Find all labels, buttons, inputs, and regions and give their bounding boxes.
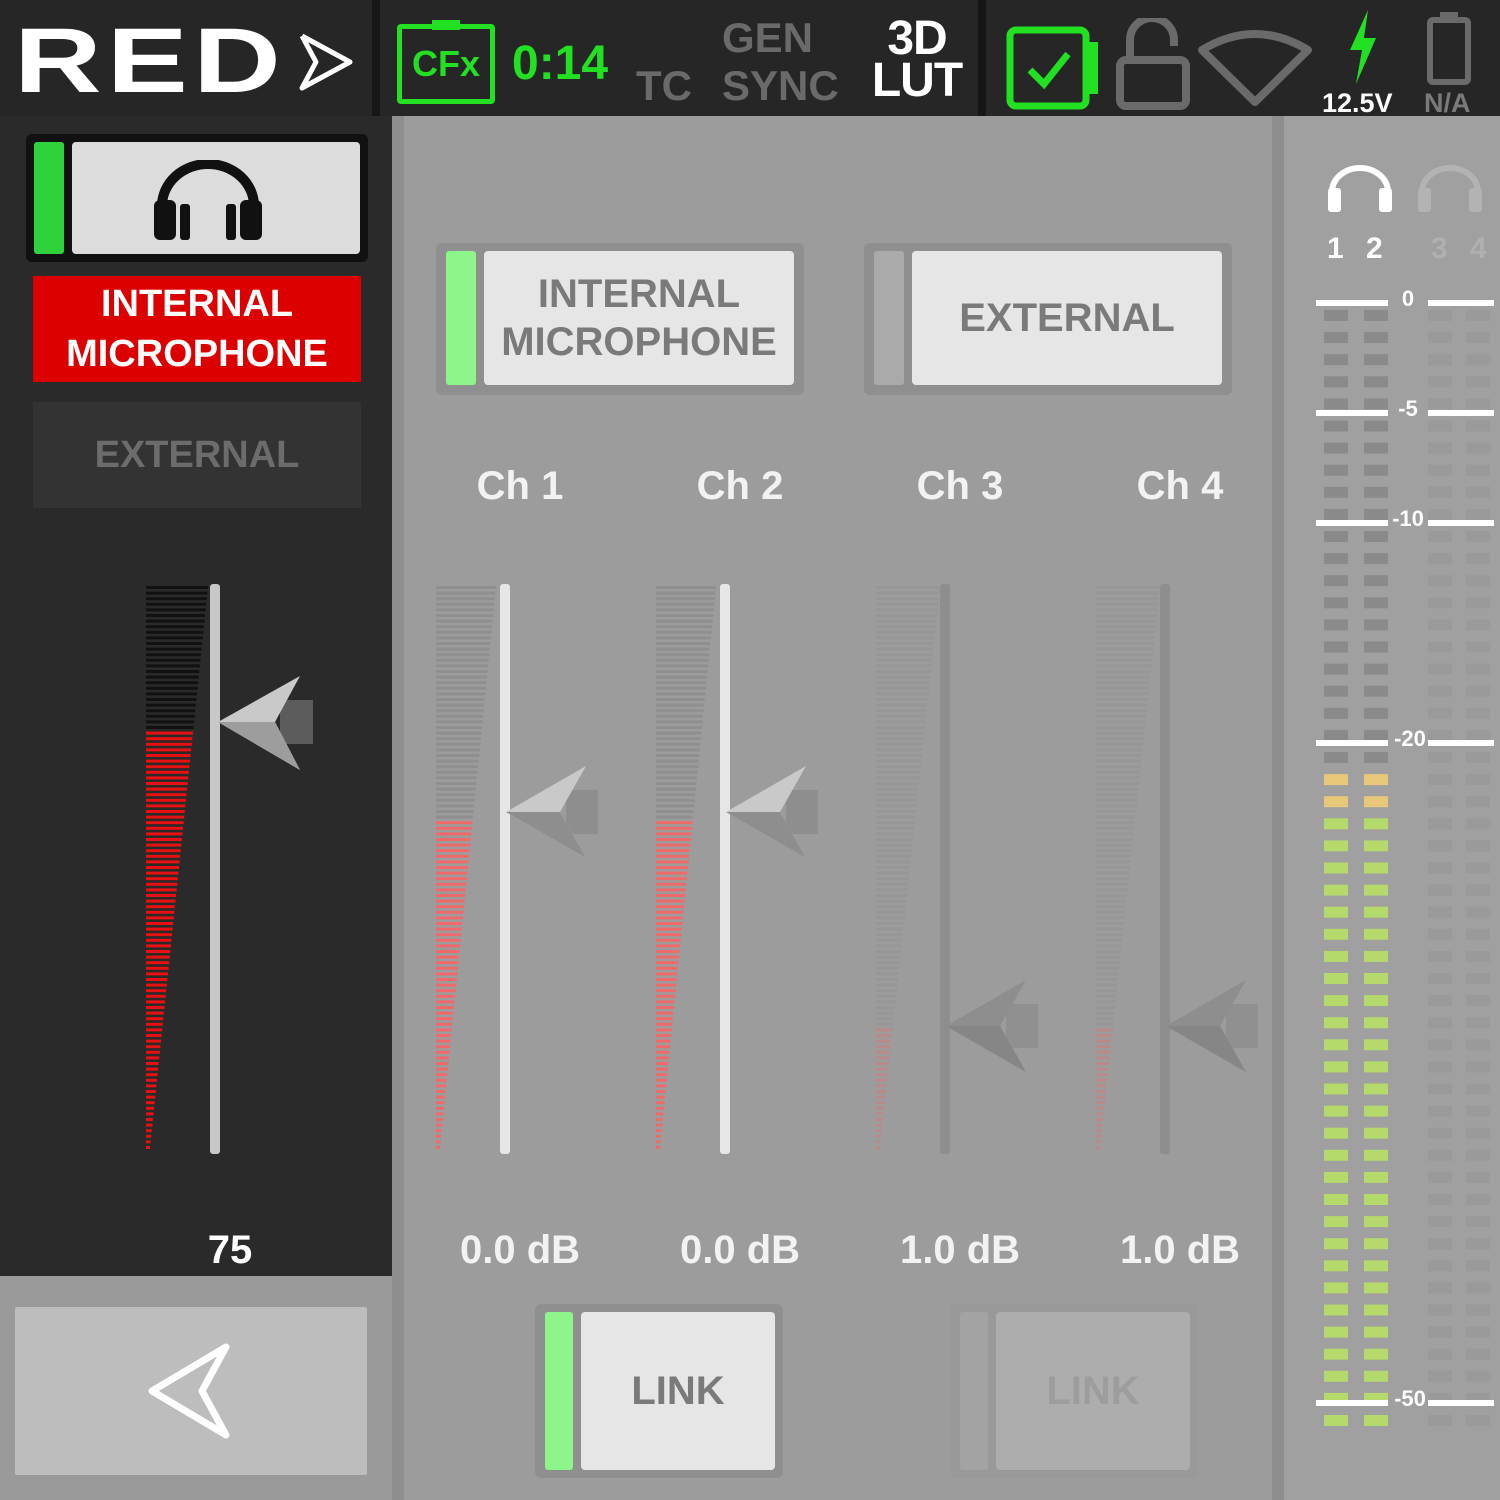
channel-4-gain: 1.0 dB [1119,1228,1241,1272]
fader-rail [1160,584,1170,1154]
headphone-button[interactable] [26,134,368,262]
channel-2-gain: 0.0 dB [679,1228,801,1272]
meter-scale-minus20: -20 [1394,726,1426,751]
meter-channel-3-label: 3 [1431,232,1448,265]
link-ch34-button[interactable]: LINK [950,1304,1198,1478]
input-internal-mic-button[interactable]: INTERNAL MICROPHONE [436,243,804,395]
brand-text: RED [14,18,286,108]
input-internal-label: INTERNAL MICROPHONE [484,251,794,385]
channel-3-label: Ch 3 [916,464,1004,508]
headphone-volume-value: 75 [207,1228,253,1272]
level-meter [1316,300,1494,1426]
headphone-icon [152,159,264,247]
media-status-badge[interactable]: CFx [397,24,495,104]
fader-rail [720,584,730,1154]
fader-rail [210,584,220,1154]
fader-rail [500,584,510,1154]
wifi-icon[interactable] [1196,26,1314,111]
input-external-button[interactable]: EXTERNAL [864,243,1232,395]
monitor-3-4-headphone-icon [1416,164,1484,219]
channel-4-label: Ch 4 [1136,464,1224,508]
checkmark-icon[interactable] [1006,26,1102,115]
unlock-icon[interactable] [1116,14,1190,115]
meter-channel-4-label: 4 [1470,232,1487,265]
input-internal-indicator [446,251,476,385]
genlock-label: GEN [722,14,814,61]
headphone-volume-fader[interactable] [130,580,330,1160]
battery-status: N/A [1424,88,1471,118]
link-ch12-button[interactable]: LINK [535,1304,783,1478]
meter-scale-minus5: -5 [1398,396,1418,421]
input-external-label: EXTERNAL [912,251,1222,385]
channel-3-gain: 1.0 dB [899,1228,1021,1272]
channel-fader-2 [656,584,818,1154]
link-ch34-label: LINK [996,1312,1190,1470]
red-logo: RED [14,10,364,112]
meter-channel-2-label: 2 [1366,232,1383,265]
meter-scale-0: 0 [1401,286,1415,311]
input-external-indicator [874,251,904,385]
lut-indicator: 3D LUT [871,12,963,107]
meter-scale-minus10: -10 [1392,506,1424,531]
meter-column-4 [1466,310,1490,1426]
channel-fader-1 [436,584,598,1154]
battery-icon [1426,10,1474,91]
record-time: 0:14 [512,37,609,90]
monitor-1-2-headphone-icon [1326,164,1394,219]
media-label: CFx [411,43,480,84]
link-ch12-indicator [545,1312,573,1470]
channel-1-gain: 0.0 dB [459,1228,581,1272]
headphone-active-indicator [34,142,64,254]
channel-gain-faders[interactable] [420,580,1280,1160]
timecode-indicator: TC [636,62,692,109]
voltage-readout: 12.5V [1322,88,1393,118]
meter-column-3 [1428,310,1452,1426]
fader-rail [940,584,950,1154]
sync-label: SYNC [722,62,839,109]
channel-1-label: Ch 1 [476,464,564,508]
meter-column-2 [1364,310,1388,1426]
power-bolt-icon [1346,10,1380,89]
meter-scale-minus50: -50 [1394,1386,1426,1411]
channel-fader-3 [876,584,1038,1154]
link-ch12-label: LINK [581,1312,775,1470]
source-internal-mic-button[interactable]: INTERNAL MICROPHONE [33,276,361,382]
meter-column-1 [1324,310,1348,1426]
fader-handle-icon [218,676,313,770]
source-external-button[interactable]: EXTERNAL [33,402,361,508]
meter-channel-1-label: 1 [1327,232,1344,265]
back-arrow-icon [148,1343,230,1439]
status-bar: RED CFx 0:14 TC GEN SYNC 3D LUT 12.5V N/… [0,0,1500,118]
link-ch34-indicator [960,1312,988,1470]
channel-2-label: Ch 2 [696,464,784,508]
back-button[interactable] [15,1307,367,1475]
channel-fader-4 [1096,584,1258,1154]
